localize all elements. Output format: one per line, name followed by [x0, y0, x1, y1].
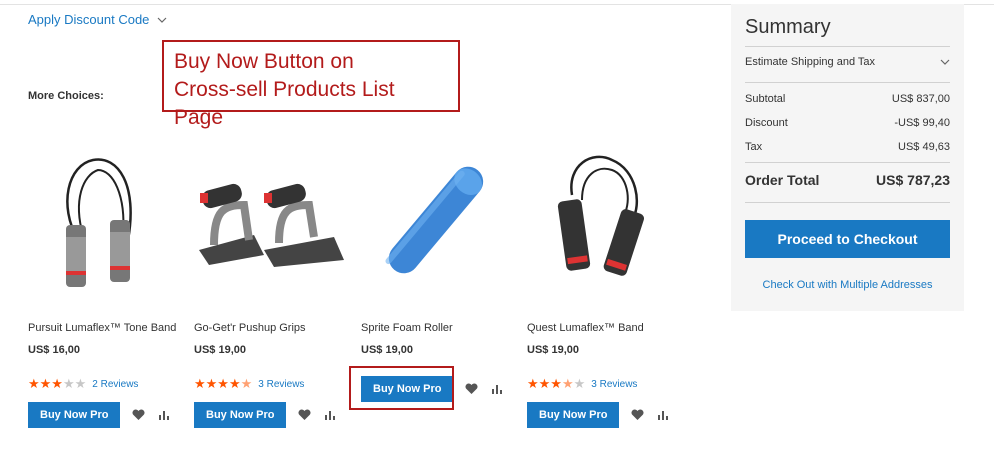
product-image-jump-rope[interactable] — [527, 140, 677, 300]
order-total-value: US$ 787,23 — [876, 172, 950, 188]
subtotal-label: Subtotal — [745, 93, 786, 105]
chevron-down-icon — [157, 17, 167, 23]
estimate-shipping-toggle[interactable]: Estimate Shipping and Tax — [745, 56, 950, 68]
summary-title: Summary — [745, 16, 831, 38]
discount-row: Discount -US$ 99,40 — [745, 117, 950, 129]
product-name[interactable]: Quest Lumaflex™ Band — [527, 322, 644, 334]
checkout-multiple-addresses-link[interactable]: Check Out with Multiple Addresses — [731, 279, 964, 291]
reviews-link[interactable]: 3 Reviews — [258, 379, 304, 390]
product-price: US$ 19,00 — [527, 344, 579, 356]
product-rating: ★★★★★ 2 Reviews — [28, 376, 138, 392]
divider — [745, 46, 950, 47]
compare-chart-icon[interactable] — [156, 407, 172, 423]
divider — [745, 82, 950, 83]
rating-stars: ★★★★★ — [527, 376, 586, 391]
tax-value: US$ 49,63 — [898, 141, 950, 153]
product-image-foam-roller[interactable] — [361, 140, 511, 300]
annotation-callout: Buy Now Button on Cross-sell Products Li… — [162, 40, 460, 129]
product-actions: Buy Now Pro — [28, 402, 172, 428]
buy-now-button[interactable]: Buy Now Pro — [28, 402, 121, 428]
compare-chart-icon[interactable] — [655, 407, 671, 423]
divider — [745, 162, 950, 163]
callout-line-1: Buy Now Button on — [174, 50, 354, 73]
tax-label: Tax — [745, 141, 763, 153]
tax-row: Tax US$ 49,63 — [745, 141, 950, 153]
wishlist-heart-icon[interactable] — [463, 381, 479, 397]
product-name[interactable]: Sprite Foam Roller — [361, 322, 453, 334]
rating-stars: ★★★★★ — [194, 376, 253, 391]
product-name[interactable]: Pursuit Lumaflex™ Tone Band — [28, 322, 176, 334]
estimate-shipping-label: Estimate Shipping and Tax — [745, 56, 876, 68]
reviews-link[interactable]: 3 Reviews — [591, 379, 637, 390]
more-choices-heading: More Choices: — [28, 90, 104, 102]
subtotal-value: US$ 837,00 — [891, 93, 950, 105]
product-rating: ★★★★★ 3 Reviews — [194, 376, 304, 392]
product-card: Go-Get'r Pushup Grips US$ 19,00 ★★★★★ 3 … — [194, 140, 344, 428]
product-price: US$ 16,00 — [28, 344, 80, 356]
wishlist-heart-icon[interactable] — [296, 407, 312, 423]
product-image-jump-rope[interactable] — [28, 140, 178, 300]
compare-chart-icon[interactable] — [489, 381, 505, 397]
reviews-link[interactable]: 2 Reviews — [92, 379, 138, 390]
discount-value: -US$ 99,40 — [894, 117, 950, 129]
product-price: US$ 19,00 — [361, 344, 413, 356]
product-actions: Buy Now Pro — [194, 402, 338, 428]
subtotal-row: Subtotal US$ 837,00 — [745, 93, 950, 105]
wishlist-heart-icon[interactable] — [130, 407, 146, 423]
apply-discount-label: Apply Discount Code — [28, 12, 150, 27]
product-image-pushup-grips[interactable] — [194, 140, 344, 300]
buy-now-highlight-box — [349, 366, 454, 410]
order-total-label: Order Total — [745, 172, 820, 188]
product-name[interactable]: Go-Get'r Pushup Grips — [194, 322, 306, 334]
product-actions: Buy Now Pro — [527, 402, 671, 428]
product-card: Pursuit Lumaflex™ Tone Band US$ 16,00 ★★… — [28, 140, 178, 428]
product-rating: ★★★★★ 3 Reviews — [527, 376, 637, 392]
order-summary-panel: Summary Estimate Shipping and Tax Subtot… — [731, 4, 964, 311]
order-total-row: Order Total US$ 787,23 — [745, 172, 950, 188]
product-card: Sprite Foam Roller US$ 19,00 Buy Now Pro — [361, 140, 511, 402]
divider — [745, 202, 950, 203]
buy-now-button[interactable]: Buy Now Pro — [194, 402, 287, 428]
product-price: US$ 19,00 — [194, 344, 246, 356]
discount-label: Discount — [745, 117, 788, 129]
chevron-down-icon — [940, 59, 950, 65]
product-card: Quest Lumaflex™ Band US$ 19,00 ★★★★★ 3 R… — [527, 140, 677, 428]
proceed-to-checkout-button[interactable]: Proceed to Checkout — [745, 220, 950, 258]
callout-line-2: Cross-sell Products List Page — [174, 78, 395, 129]
compare-chart-icon[interactable] — [322, 407, 338, 423]
rating-stars: ★★★★★ — [28, 376, 87, 391]
buy-now-button[interactable]: Buy Now Pro — [527, 402, 620, 428]
wishlist-heart-icon[interactable] — [629, 407, 645, 423]
apply-discount-toggle[interactable]: Apply Discount Code — [28, 12, 167, 27]
